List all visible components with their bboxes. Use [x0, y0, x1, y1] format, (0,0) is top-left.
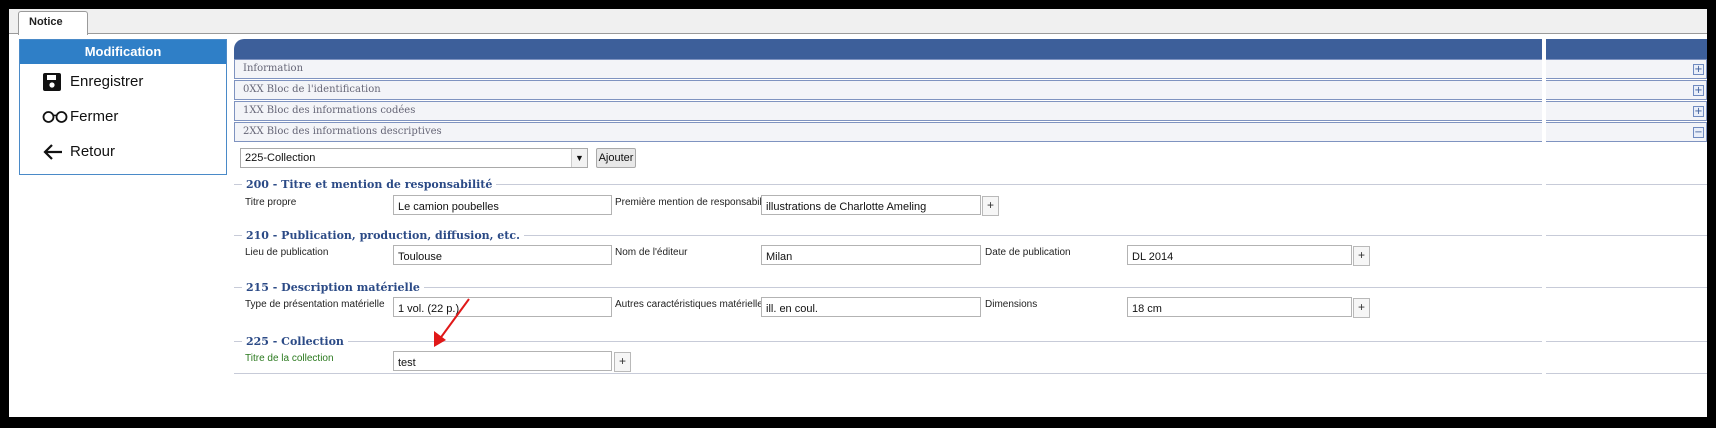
- group-title-210: 210 - Publication, production, diffusion…: [242, 229, 524, 242]
- add-200-button[interactable]: +: [982, 196, 999, 216]
- expand-icon[interactable]: +: [1693, 64, 1704, 75]
- field-select[interactable]: 225-Collection ▼: [240, 148, 588, 168]
- arrow-left-icon: [42, 143, 70, 161]
- scroll-edge: [1542, 39, 1546, 417]
- label-nom-editeur: Nom de l'éditeur: [615, 247, 688, 258]
- label-mention-responsabilite: Première mention de responsabilité: [615, 197, 763, 208]
- group-title-200: 200 - Titre et mention de responsabilité: [242, 178, 497, 191]
- section-2xx[interactable]: 2XX Bloc des informations descriptives −: [234, 122, 1707, 142]
- collapse-icon[interactable]: −: [1693, 127, 1704, 138]
- chevron-down-icon[interactable]: ▼: [571, 149, 587, 167]
- group-title-215: 215 - Description matérielle: [242, 281, 424, 294]
- expand-icon[interactable]: +: [1693, 85, 1704, 96]
- section-label: 2XX Bloc des informations descriptives: [243, 126, 442, 137]
- add-210-button[interactable]: +: [1353, 246, 1370, 266]
- save-button[interactable]: Enregistrer: [20, 64, 226, 99]
- nom-editeur-field[interactable]: Milan: [761, 245, 981, 265]
- label-autres-caracteristiques: Autres caractéristiques matérielles: [615, 299, 763, 310]
- menu-header: Modification: [20, 40, 226, 64]
- add-225-button[interactable]: +: [614, 352, 631, 372]
- add-field-button[interactable]: Ajouter: [596, 148, 636, 168]
- tab-notice[interactable]: Notice: [18, 11, 88, 35]
- type-presentation-field[interactable]: 1 vol. (22 p.): [393, 297, 612, 317]
- section-label: 0XX Bloc de l'identification: [243, 84, 381, 95]
- save-icon: [42, 72, 70, 92]
- autres-caracteristiques-field[interactable]: ill. en coul.: [761, 297, 981, 317]
- back-button[interactable]: Retour: [20, 134, 226, 169]
- action-menu: Modification Enregistrer Fermer Retour: [19, 39, 227, 175]
- label-lieu-publication: Lieu de publication: [245, 247, 329, 258]
- label-date-publication: Date de publication: [985, 247, 1071, 258]
- label-type-presentation: Type de présentation matérielle: [245, 299, 385, 310]
- close-label: Fermer: [70, 108, 119, 125]
- add-215-button[interactable]: +: [1353, 298, 1370, 318]
- section-information[interactable]: Information +: [234, 59, 1707, 79]
- label-titre-collection: Titre de la collection: [245, 353, 334, 364]
- divider: [234, 287, 1707, 288]
- titre-propre-field[interactable]: Le camion poubelles: [393, 195, 612, 215]
- window: Notice Modification Enregistrer Fermer R…: [9, 9, 1707, 417]
- label-titre-propre: Titre propre: [245, 197, 297, 208]
- field-select-value: 225-Collection: [245, 152, 316, 164]
- section-label: Information: [243, 63, 304, 74]
- record-editor: Information + 0XX Bloc de l'identificati…: [234, 39, 1707, 417]
- glasses-icon: [42, 110, 70, 124]
- tab-strip: Notice: [9, 9, 1707, 35]
- back-label: Retour: [70, 143, 116, 160]
- mention-responsabilite-field[interactable]: illustrations de Charlotte Ameling: [761, 195, 981, 215]
- label-dimensions: Dimensions: [985, 299, 1038, 310]
- save-label: Enregistrer: [70, 73, 144, 90]
- section-0xx[interactable]: 0XX Bloc de l'identification +: [234, 80, 1707, 100]
- date-publication-field[interactable]: DL 2014: [1127, 245, 1352, 265]
- dimensions-field[interactable]: 18 cm: [1127, 297, 1352, 317]
- section-label: 1XX Bloc des informations codées: [243, 105, 416, 116]
- close-button[interactable]: Fermer: [20, 99, 226, 134]
- divider: [234, 373, 1707, 374]
- section-1xx[interactable]: 1XX Bloc des informations codées +: [234, 101, 1707, 121]
- titre-collection-field[interactable]: test: [393, 351, 612, 371]
- lieu-publication-field[interactable]: Toulouse: [393, 245, 612, 265]
- divider: [234, 341, 1707, 342]
- editor-header-bar: [234, 39, 1707, 59]
- expand-icon[interactable]: +: [1693, 106, 1704, 117]
- group-title-225: 225 - Collection: [242, 335, 348, 348]
